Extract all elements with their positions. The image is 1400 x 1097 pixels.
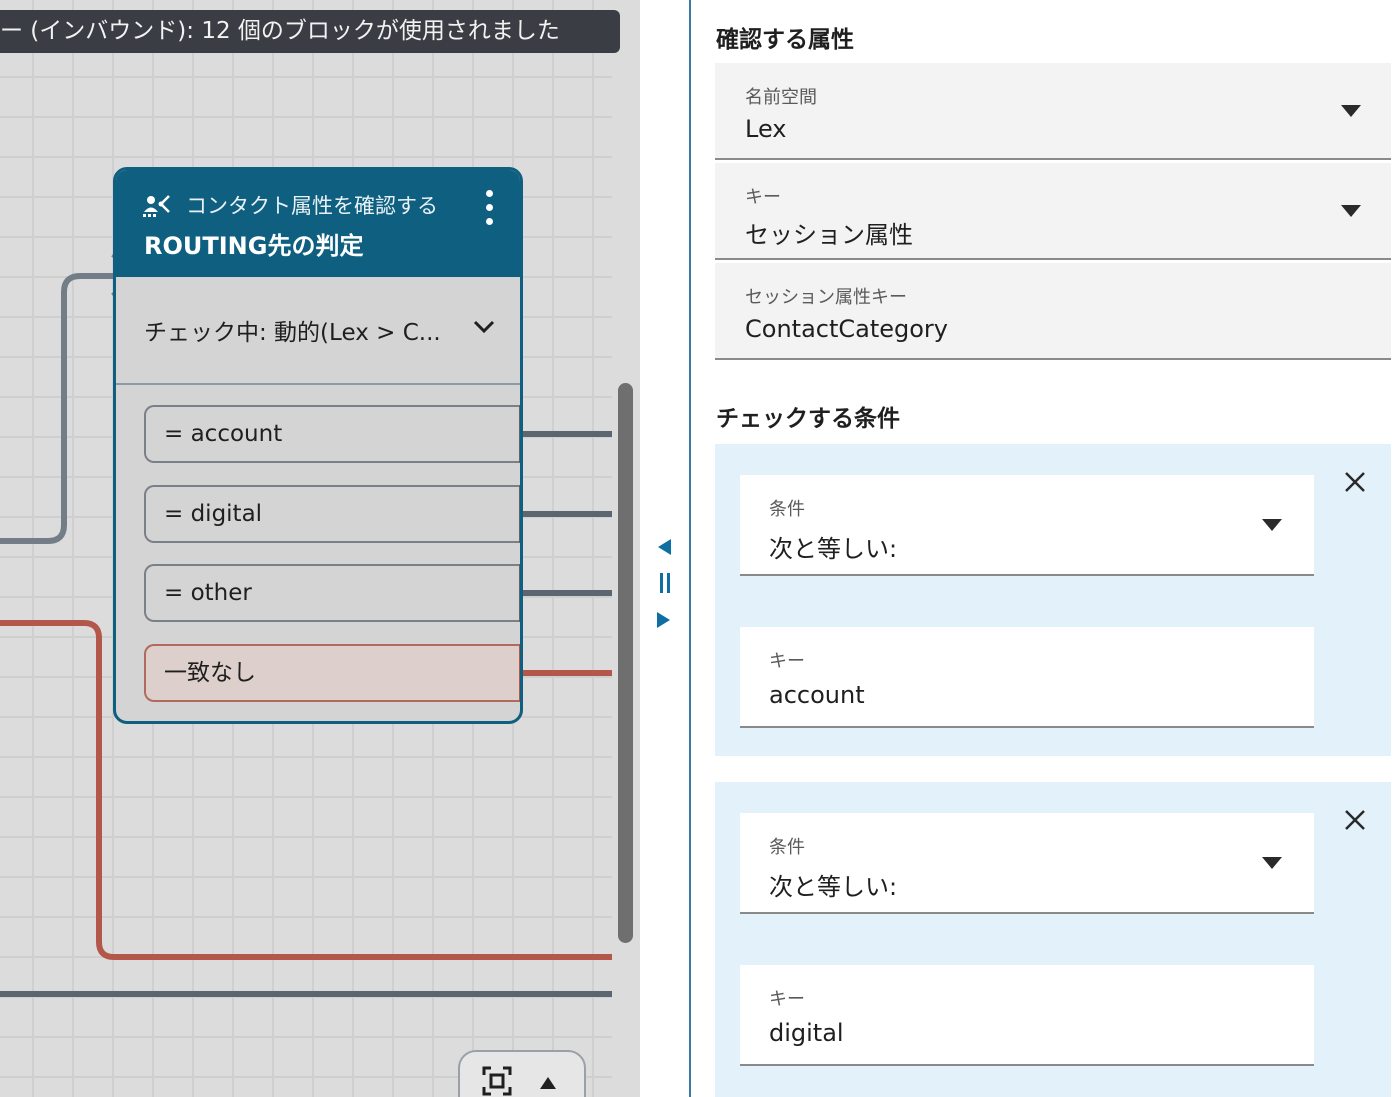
branch-no-match[interactable]: 一致なし — [144, 644, 520, 702]
key-value: セッション属性 — [745, 221, 913, 249]
condition-value: 次と等しい: — [769, 873, 898, 901]
condition-key-field[interactable]: キー account — [740, 627, 1314, 728]
block-type-label: コンタクト属性を確認する — [186, 194, 438, 218]
block-menu-icon[interactable] — [484, 190, 494, 230]
branch-label: 一致なし — [164, 660, 256, 686]
drag-handle-icon[interactable] — [658, 572, 672, 594]
condition-card: 条件 次と等しい: キー digital — [715, 782, 1391, 1097]
condition-key-value: account — [769, 681, 865, 709]
key-label: キー — [745, 187, 781, 208]
session-attribute-key-value: ContactCategory — [745, 315, 949, 343]
block-header[interactable]: コンタクト属性を確認する ROUTING先の判定 — [116, 170, 520, 277]
incoming-connector — [0, 273, 122, 544]
block-properties-panel: 確認する属性 名前空間 Lex キー セッション属性 セッション属性キー Con… — [691, 0, 1400, 1097]
branch-digital[interactable]: = digital — [144, 485, 520, 543]
namespace-label: 名前空間 — [745, 87, 817, 108]
branch-label: = account — [164, 421, 283, 447]
block-title: ROUTING先の判定 — [144, 232, 364, 260]
collapse-left-icon[interactable] — [656, 538, 672, 556]
condition-card: 条件 次と等しい: キー account — [715, 444, 1391, 756]
block-checking-summary[interactable]: チェック中: 動的(Lex > C... — [116, 277, 520, 385]
session-attribute-key-field[interactable]: セッション属性キー ContactCategory — [715, 263, 1391, 360]
key-select[interactable]: キー セッション属性 — [715, 163, 1391, 260]
caret-up-icon[interactable] — [538, 1074, 558, 1090]
branch-other[interactable]: = other — [144, 564, 520, 622]
close-icon[interactable] — [1343, 808, 1367, 832]
branch-output-port[interactable] — [519, 644, 520, 702]
attributes-section-title: 確認する属性 — [716, 27, 854, 53]
condition-label: 条件 — [769, 499, 805, 520]
branch-label: = other — [164, 580, 252, 606]
flow-canvas[interactable]: ー (インバウンド): 12 個のブロックが使用されました コンタクト属性を確認… — [0, 0, 640, 1097]
branch-label: = digital — [164, 501, 263, 527]
conditions-section-title: チェックする条件 — [716, 406, 900, 432]
condition-operator-select[interactable]: 条件 次と等しい: — [740, 813, 1314, 914]
checking-label: チェック中: 動的(Lex > C... — [144, 320, 441, 346]
block-usage-banner: ー (インバウンド): 12 個のブロックが使用されました — [0, 10, 620, 53]
namespace-select[interactable]: 名前空間 Lex — [715, 63, 1391, 160]
branch-output-port[interactable] — [519, 405, 520, 463]
branch-output-port[interactable] — [519, 485, 520, 543]
chevron-down-icon[interactable] — [472, 319, 496, 335]
expand-right-icon[interactable] — [656, 611, 672, 629]
branch-account[interactable]: = account — [144, 405, 520, 463]
condition-key-label: キー — [769, 989, 805, 1010]
contact-attributes-icon — [143, 195, 170, 217]
dropdown-caret-icon[interactable] — [1341, 205, 1361, 217]
dropdown-caret-icon[interactable] — [1262, 857, 1282, 869]
condition-key-label: キー — [769, 651, 805, 672]
session-attribute-key-label: セッション属性キー — [745, 287, 907, 308]
namespace-value: Lex — [745, 115, 787, 143]
flow-editor: ー (インバウンド): 12 個のブロックが使用されました コンタクト属性を確認… — [0, 0, 1400, 1097]
branch-output-port[interactable] — [519, 564, 520, 622]
dropdown-caret-icon[interactable] — [1262, 519, 1282, 531]
fit-to-screen-icon[interactable] — [482, 1066, 512, 1096]
condition-key-field[interactable]: キー digital — [740, 965, 1314, 1066]
condition-value: 次と等しい: — [769, 535, 898, 563]
condition-label: 条件 — [769, 837, 805, 858]
condition-key-value: digital — [769, 1019, 844, 1047]
dropdown-caret-icon[interactable] — [1341, 105, 1361, 117]
check-contact-attributes-block[interactable]: コンタクト属性を確認する ROUTING先の判定 チェック中: 動的(Lex >… — [113, 167, 523, 724]
close-icon[interactable] — [1343, 470, 1367, 494]
canvas-view-controls — [458, 1050, 586, 1097]
canvas-scrollbar[interactable] — [618, 383, 633, 943]
condition-operator-select[interactable]: 条件 次と等しい: — [740, 475, 1314, 576]
